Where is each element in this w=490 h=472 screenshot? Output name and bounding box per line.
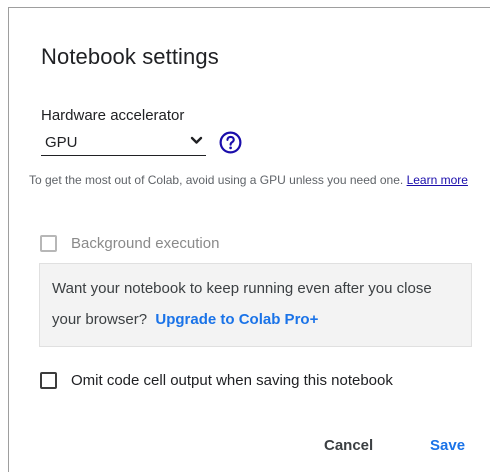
hardware-accelerator-value: GPU [45,134,78,151]
hardware-accelerator-select[interactable]: GPU [41,130,206,156]
hardware-accelerator-label: Hardware accelerator [41,107,185,124]
learn-more-link[interactable]: Learn more [407,173,468,187]
omit-output-label: Omit code cell output when saving this n… [71,372,393,389]
cancel-button[interactable]: Cancel [324,437,373,454]
colab-pro-promo-text-container: Want your notebook to keep running even … [52,273,462,335]
gpu-usage-info-text: To get the most out of Colab, avoid usin… [29,173,404,187]
background-execution-checkbox[interactable] [40,235,57,252]
background-execution-label: Background execution [71,235,220,252]
chevron-down-icon [190,136,203,144]
notebook-settings-dialog: Notebook settings Hardware accelerator G… [8,7,490,472]
omit-output-checkbox[interactable] [40,372,57,389]
save-button[interactable]: Save [430,437,465,454]
gpu-usage-info: To get the most out of Colab, avoid usin… [29,168,469,193]
colab-pro-promo: Want your notebook to keep running even … [39,263,472,347]
help-circle-icon[interactable] [219,131,242,154]
upgrade-colab-pro-link[interactable]: Upgrade to Colab Pro+ [155,311,318,328]
dialog-title: Notebook settings [41,44,219,69]
